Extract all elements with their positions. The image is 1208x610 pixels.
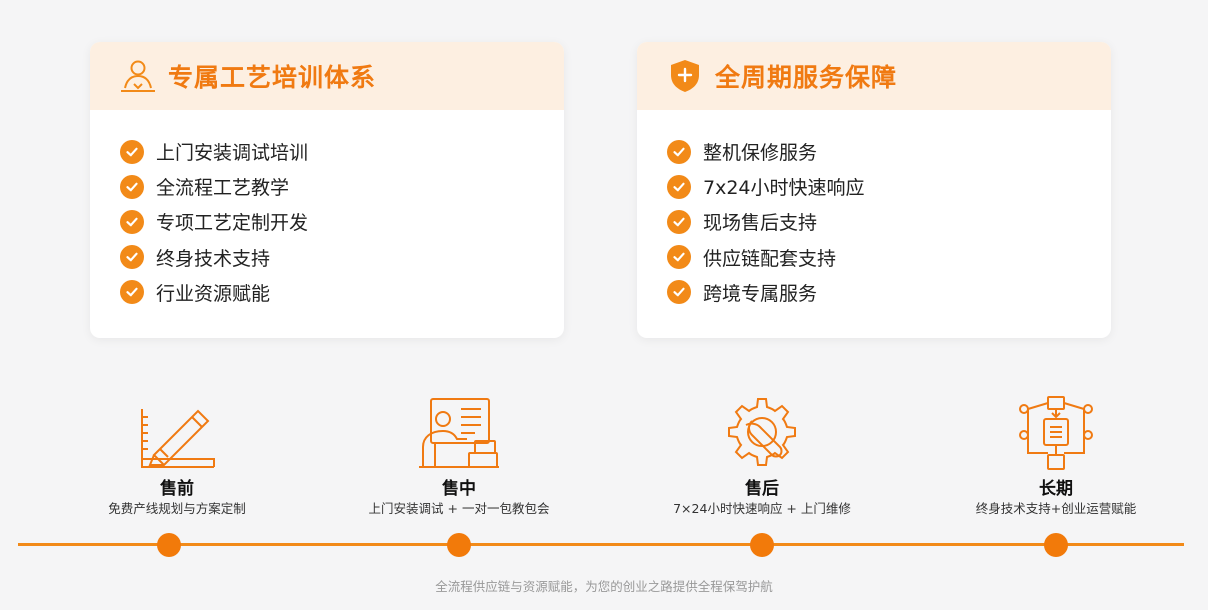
- stage-title: 售后: [745, 479, 779, 499]
- person-training-icon: [118, 56, 158, 96]
- stage-title: 售前: [160, 479, 194, 499]
- check-icon: [667, 174, 691, 199]
- list-item: 全流程工艺教学: [120, 169, 564, 204]
- stage-aftersale: 售后 7×24小时快速响应 + 上门维修: [642, 393, 882, 517]
- teacher-board-icon: [417, 393, 501, 473]
- stage-subtitle: 7×24小时快速响应 + 上门维修: [673, 501, 851, 516]
- card-header: 专属工艺培训体系: [90, 42, 564, 110]
- list-item-label: 整机保修服务: [703, 142, 818, 165]
- list-item-label: 上门安装调试培训: [156, 142, 309, 165]
- check-icon: [120, 280, 144, 305]
- list-item: 上门安装调试培训: [120, 134, 564, 169]
- stage-subtitle: 终身技术支持+创业运营赋能: [975, 501, 1137, 516]
- timeline-line: [18, 543, 1184, 546]
- check-icon: [667, 139, 691, 164]
- feature-list: 上门安装调试培训 全流程工艺教学 专项工艺定制开发 终身技术支持 行业资源赋能: [90, 110, 564, 310]
- timeline-dot: [1044, 533, 1068, 557]
- process-flow-icon: [1014, 393, 1098, 473]
- check-icon: [120, 209, 144, 234]
- stage-title: 售中: [442, 479, 476, 499]
- check-icon: [120, 139, 144, 164]
- list-item: 专项工艺定制开发: [120, 204, 564, 239]
- list-item: 现场售后支持: [667, 204, 1111, 239]
- timeline-dot: [157, 533, 181, 557]
- stage-subtitle: 上门安装调试 + 一对一包教包会: [368, 501, 550, 516]
- list-item-label: 全流程工艺教学: [156, 177, 290, 200]
- list-item: 行业资源赋能: [120, 275, 564, 310]
- card-title: 全周期服务保障: [715, 63, 898, 92]
- list-item-label: 终身技术支持: [156, 247, 271, 270]
- stage-insale: 售中 上门安装调试 + 一对一包教包会: [339, 393, 579, 517]
- stage-subtitle: 免费产线规划与方案定制: [108, 501, 246, 516]
- check-icon: [667, 280, 691, 305]
- list-item-label: 跨境专属服务: [703, 282, 818, 305]
- list-item-label: 行业资源赋能: [156, 282, 271, 305]
- timeline-dot: [750, 533, 774, 557]
- list-item: 7x24小时快速响应: [667, 169, 1111, 204]
- check-icon: [667, 245, 691, 270]
- card-title: 专属工艺培训体系: [168, 63, 377, 92]
- stage-longterm: 长期 终身技术支持+创业运营赋能: [936, 393, 1176, 517]
- feature-list: 整机保修服务 7x24小时快速响应 现场售后支持 供应链配套支持 跨境专属服务: [637, 110, 1111, 310]
- check-icon: [120, 174, 144, 199]
- list-item: 供应链配套支持: [667, 240, 1111, 275]
- footer-caption: 全流程供应链与资源赋能，为您的创业之路提供全程保驾护航: [435, 579, 773, 594]
- list-item-label: 供应链配套支持: [703, 247, 837, 270]
- list-item-label: 7x24小时快速响应: [703, 177, 865, 200]
- card-header: 全周期服务保障: [637, 42, 1111, 110]
- shield-plus-icon: [665, 56, 705, 96]
- list-item-label: 现场售后支持: [703, 212, 818, 235]
- check-icon: [120, 245, 144, 270]
- service-guarantee-card: 全周期服务保障 整机保修服务 7x24小时快速响应 现场售后支持 供应链配套支持…: [637, 42, 1111, 338]
- list-item-label: 专项工艺定制开发: [156, 212, 309, 235]
- training-system-card: 专属工艺培训体系 上门安装调试培训 全流程工艺教学 专项工艺定制开发 终身技术支…: [90, 42, 564, 338]
- stage-title: 长期: [1039, 479, 1073, 499]
- gear-wrench-icon: [720, 393, 804, 473]
- pencil-ruler-icon: [135, 393, 219, 473]
- stage-presale: 售前 免费产线规划与方案定制: [57, 393, 297, 517]
- list-item: 整机保修服务: [667, 134, 1111, 169]
- check-icon: [667, 209, 691, 234]
- list-item: 跨境专属服务: [667, 275, 1111, 310]
- timeline-dot: [447, 533, 471, 557]
- list-item: 终身技术支持: [120, 240, 564, 275]
